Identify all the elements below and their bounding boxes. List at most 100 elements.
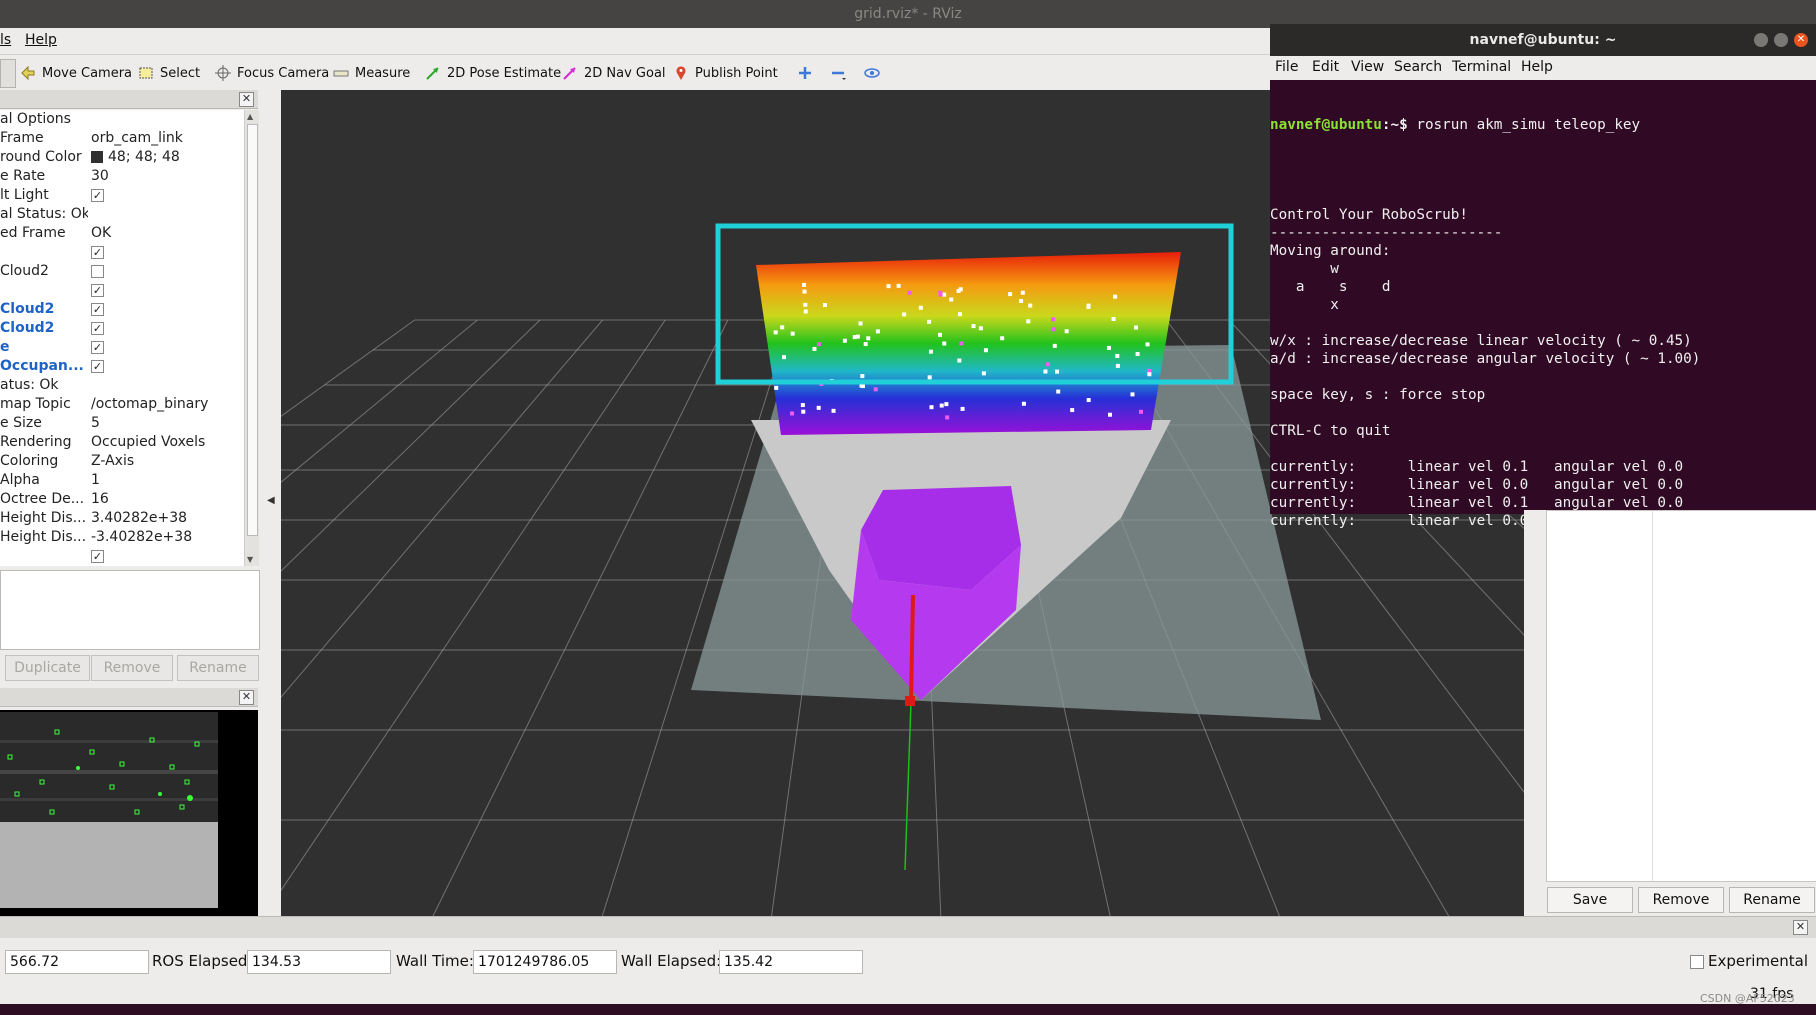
terminal-line: w/x : increase/decrease linear velocity … (1270, 333, 1692, 349)
display-property-row[interactable]: al Options (0, 110, 244, 129)
displays-tree[interactable]: al Options Frame orb_cam_link round Color 48… (0, 110, 244, 566)
select-button[interactable]: Select (138, 63, 200, 83)
terminal-menu-edit[interactable]: Edit (1312, 59, 1339, 75)
ros-time-field[interactable]: 566.72 (5, 950, 149, 974)
wall-elapsed-label: Wall Elapsed: (621, 952, 722, 970)
2d-pose-estimate-button[interactable]: 2D Pose Estimate (425, 63, 561, 83)
display-property-row[interactable]: al Status: Ok (0, 205, 244, 224)
display-checkbox[interactable] (91, 264, 104, 278)
close-icon[interactable]: ✕ (239, 92, 254, 107)
save-view-button[interactable]: Save (1547, 887, 1633, 913)
display-checkbox[interactable]: ✓ (91, 245, 104, 259)
remove-view-button[interactable]: Remove (1638, 887, 1724, 913)
display-property-row[interactable]: Occupan... ✓ (0, 357, 244, 376)
display-property-row[interactable]: Rendering Occupied Voxels (0, 433, 244, 452)
display-property-row[interactable]: e ✓ (0, 338, 244, 357)
display-property-row[interactable]: Octree De... 16 (0, 490, 244, 509)
property-name: e (0, 339, 10, 355)
panel-splitter[interactable]: ◀ (262, 90, 281, 916)
views-list[interactable] (1546, 510, 1816, 882)
display-property-row[interactable]: ✓ (0, 547, 244, 566)
property-value: Occupied Voxels (91, 434, 206, 450)
display-property-row[interactable]: round Color 48; 48; 48 (0, 148, 244, 167)
terminal-menu-view[interactable]: View (1351, 59, 1384, 75)
desktop-strip (0, 1004, 1816, 1015)
color-swatch[interactable] (91, 151, 103, 163)
display-property-row[interactable]: Cloud2 ✓ (0, 300, 244, 319)
terminal-maximize-icon[interactable] (1774, 33, 1788, 47)
menu-help[interactable]: Help (25, 32, 57, 48)
display-property-row[interactable]: e Size 5 (0, 414, 244, 433)
close-icon[interactable]: ✕ (1793, 920, 1808, 935)
display-checkbox[interactable]: ✓ (91, 549, 104, 563)
tool-properties-button[interactable] (864, 63, 880, 83)
experimental-checkbox[interactable] (1690, 955, 1704, 969)
display-property-row[interactable]: Height Dis... -3.40282e+38 (0, 528, 244, 547)
display-checkbox[interactable]: ✓ (91, 302, 104, 316)
display-property-row[interactable]: Alpha 1 (0, 471, 244, 490)
terminal-menu-help[interactable]: Help (1521, 59, 1553, 75)
display-checkbox[interactable]: ✓ (91, 340, 104, 354)
property-value: 30 (91, 168, 109, 184)
wall-elapsed-field[interactable]: 135.42 (719, 950, 863, 974)
property-name: Occupan... (0, 358, 84, 374)
publish-point-button[interactable]: Publish Point (673, 63, 778, 83)
display-checkbox[interactable]: ✓ (91, 321, 104, 335)
move-camera-icon (21, 65, 35, 81)
wall-time-field[interactable]: 1701249786.05 (473, 950, 617, 974)
remove-display-button[interactable]: Remove (91, 655, 173, 681)
property-name: Cloud2 (0, 263, 49, 279)
terminal-line: w (1270, 261, 1339, 277)
rename-display-button[interactable]: Rename (177, 655, 259, 681)
ruler-icon (333, 70, 349, 77)
rename-view-button[interactable]: Rename (1729, 887, 1815, 913)
displays-scrollbar[interactable]: ▲ ▼ (244, 110, 259, 566)
measure-button[interactable]: Measure (333, 63, 410, 83)
scroll-down-icon[interactable]: ▼ (247, 555, 253, 564)
terminal-menu-file[interactable]: File (1275, 59, 1298, 75)
ros-elapsed-field[interactable]: 134.53 (247, 950, 391, 974)
terminal-window[interactable]: navnef@ubuntu: ~ ✕ File Edit View Search… (1270, 24, 1816, 529)
display-property-row[interactable]: lt Light ✓ (0, 186, 244, 205)
display-property-row[interactable]: Coloring Z-Axis (0, 452, 244, 471)
terminal-prompt-line: navnef@ubuntu:~$ rosrun akm_simu teleop_… (1270, 117, 1641, 133)
2d-nav-goal-button[interactable]: 2D Nav Goal (562, 63, 666, 83)
display-property-row[interactable]: map Topic/octomap_binary (0, 395, 244, 414)
terminal-minimize-icon[interactable] (1754, 33, 1768, 47)
property-name: atus: Ok (0, 377, 59, 393)
scrollbar-thumb[interactable] (247, 124, 258, 536)
scroll-up-icon[interactable]: ▲ (247, 112, 253, 121)
display-property-row[interactable]: atus: Ok (0, 376, 244, 395)
close-icon[interactable]: ✕ (239, 690, 254, 705)
collapse-left-icon[interactable]: ◀ (267, 495, 275, 506)
terminal-menu-search[interactable]: Search (1394, 59, 1442, 75)
display-property-row[interactable]: Frame orb_cam_link (0, 129, 244, 148)
focus-camera-button[interactable]: Focus Camera (215, 63, 329, 83)
display-property-row[interactable]: ed Frame OK (0, 224, 244, 243)
move-camera-button[interactable]: Move Camera (20, 63, 132, 83)
terminal-close-icon[interactable]: ✕ (1794, 33, 1808, 47)
property-checkbox-cell (91, 262, 104, 281)
camera-feature-image (0, 710, 258, 916)
display-property-row[interactable]: Cloud2 (0, 262, 244, 281)
map-pin-icon (676, 66, 686, 80)
property-description-box (0, 570, 260, 650)
remove-tool-button[interactable] (830, 63, 846, 83)
display-checkbox[interactable]: ✓ (91, 283, 104, 297)
display-property-row[interactable]: ✓ (0, 243, 244, 262)
duplicate-button[interactable]: Duplicate (5, 655, 90, 681)
menu-tools[interactable]: ls (0, 32, 11, 48)
property-name: map Topic (0, 396, 71, 412)
property-value: Z-Axis (91, 453, 135, 469)
display-property-row[interactable]: Cloud2 ✓ (0, 319, 244, 338)
display-property-row[interactable]: ✓ (0, 281, 244, 300)
terminal-menu-terminal[interactable]: Terminal (1452, 59, 1511, 75)
property-value: 16 (91, 491, 109, 507)
add-tool-button[interactable] (797, 63, 813, 83)
menubar: ls Help (0, 28, 1270, 55)
display-checkbox[interactable]: ✓ (91, 188, 104, 202)
display-property-row[interactable]: Height Dis... 3.40282e+38 (0, 509, 244, 528)
display-checkbox[interactable]: ✓ (91, 359, 104, 373)
display-property-row[interactable]: e Rate 30 (0, 167, 244, 186)
property-value: orb_cam_link (91, 130, 183, 146)
